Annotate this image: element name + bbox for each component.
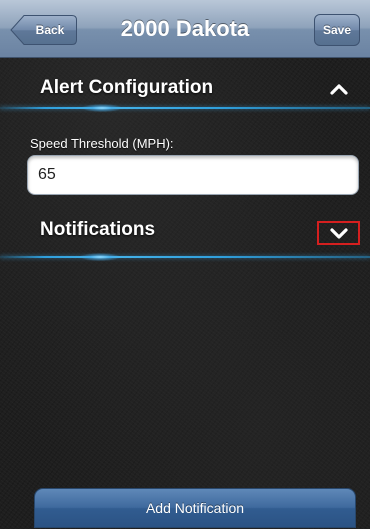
speed-threshold-label: Speed Threshold (MPH): xyxy=(30,136,174,151)
back-button-label: Back xyxy=(35,23,65,37)
chevron-highlight-box xyxy=(317,221,360,245)
notifications-title: Notifications xyxy=(40,219,156,240)
alert-configuration-header[interactable]: Alert Configuration xyxy=(0,70,370,106)
back-button[interactable]: Back xyxy=(10,14,78,46)
section-divider xyxy=(0,107,370,109)
divider-glow xyxy=(82,104,122,112)
add-notification-button[interactable]: Add Notification xyxy=(34,488,356,528)
page-title: 2000 Dakota xyxy=(120,16,250,41)
speed-threshold-input[interactable] xyxy=(27,155,359,195)
app-screen: Back 2000 Dakota Save Alert Configuratio… xyxy=(0,0,370,529)
save-button[interactable]: Save xyxy=(314,14,360,46)
notifications-header[interactable]: Notifications xyxy=(0,212,370,248)
alert-configuration-title: Alert Configuration xyxy=(40,77,214,98)
chevron-up-icon[interactable] xyxy=(328,78,350,100)
divider-glow xyxy=(80,253,120,261)
navigation-bar: Back 2000 Dakota Save xyxy=(0,0,370,58)
section-divider xyxy=(0,256,370,258)
